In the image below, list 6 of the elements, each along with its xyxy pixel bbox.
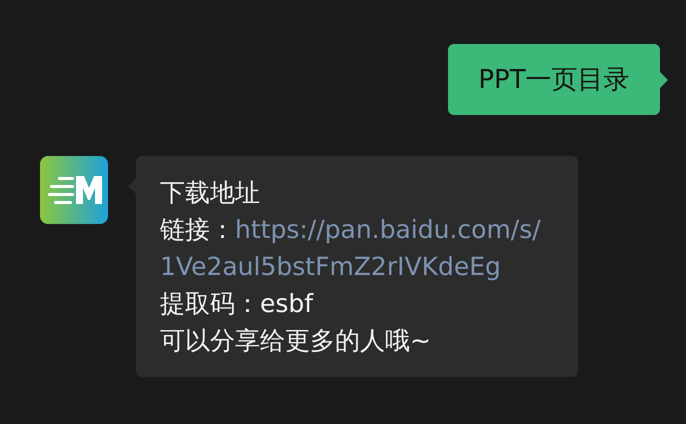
message-text: 下载地址 — [160, 177, 261, 209]
message-text: 提取码：esbf — [160, 288, 314, 320]
message-text: 可以分享给更多的人哦~ — [160, 325, 432, 357]
avatar-icon — [40, 156, 108, 224]
message-text: 链接：https://pan.baidu.com/s/1Ve2aul5bstFmZ2rIVKdeEg — [160, 214, 542, 283]
message-text: PPT一页目录 — [478, 64, 630, 97]
